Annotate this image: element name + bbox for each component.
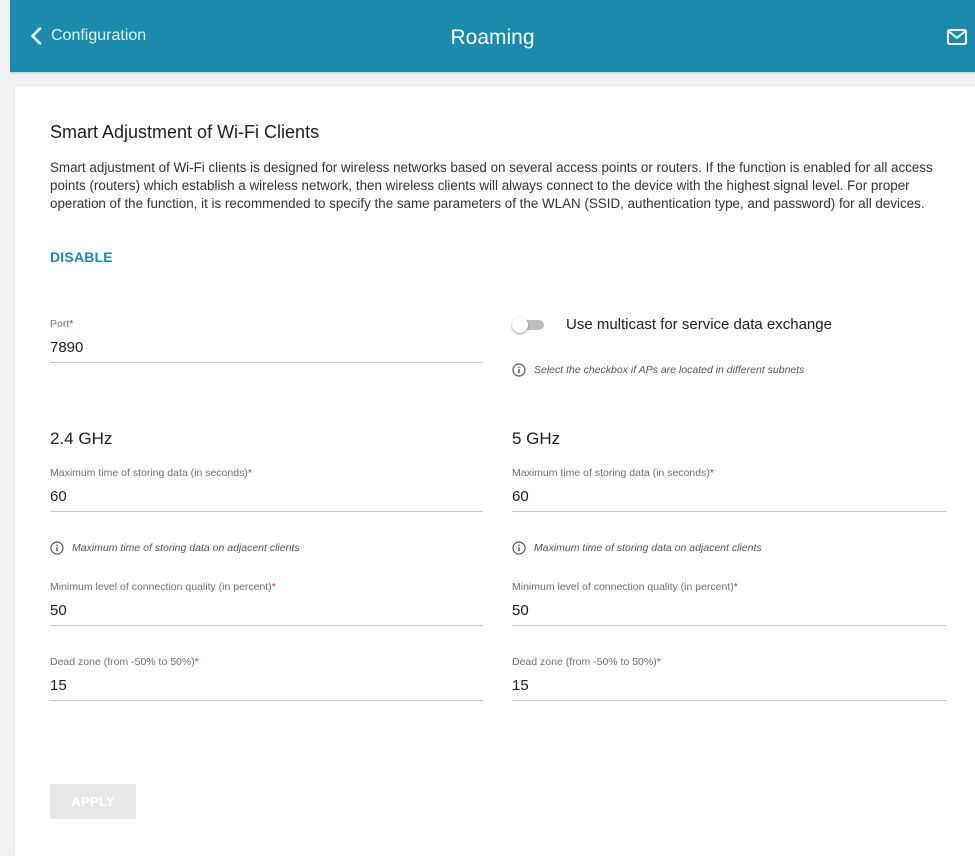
multicast-hint-text: Select the checkbox if APs are located i… bbox=[534, 364, 805, 376]
top-bar: Configuration Roaming bbox=[10, 0, 975, 74]
required-mark: * bbox=[271, 581, 276, 593]
envelope-icon[interactable] bbox=[947, 29, 967, 45]
multicast-toggle[interactable] bbox=[512, 316, 546, 333]
band-5-max-time-hint: Maximum time of storing data on adjacent… bbox=[512, 541, 762, 555]
band-5-min-quality-input[interactable] bbox=[512, 602, 946, 626]
band-5-max-time-hint-text: Maximum time of storing data on adjacent… bbox=[534, 542, 762, 554]
band-5-dead-zone-input[interactable] bbox=[512, 677, 946, 701]
band-24-min-quality-field: Minimum level of connection quality (in … bbox=[50, 581, 483, 626]
required-mark: * bbox=[656, 656, 661, 668]
info-icon bbox=[50, 541, 64, 555]
required-mark: * bbox=[247, 467, 252, 479]
required-mark: * bbox=[194, 656, 199, 668]
band-5-max-time-field: Maximum time of storing data (in seconds… bbox=[512, 467, 946, 512]
required-mark: * bbox=[709, 467, 714, 479]
section-description: Smart adjustment of Wi-Fi clients is des… bbox=[50, 160, 933, 211]
band-5-dead-zone-field: Dead zone (from -50% to 50%)* bbox=[512, 656, 946, 701]
band-5-dead-zone-label: Dead zone (from -50% to 50%) bbox=[512, 656, 657, 668]
band-24-dead-zone-label: Dead zone (from -50% to 50%) bbox=[50, 656, 195, 668]
band-24-max-time-hint: Maximum time of storing data on adjacent… bbox=[50, 541, 300, 555]
band-24-title: 2.4 GHz bbox=[50, 429, 113, 448]
multicast-toggle-row[interactable]: Use multicast for service data exchange bbox=[512, 316, 832, 333]
band-24-dead-zone-input[interactable] bbox=[50, 677, 483, 701]
info-icon bbox=[512, 541, 526, 555]
apply-button[interactable]: APPLY bbox=[50, 784, 136, 819]
required-mark: * bbox=[69, 318, 74, 330]
disable-link[interactable]: DISABLE bbox=[50, 249, 113, 265]
band-5-min-quality-label: Minimum level of connection quality (in … bbox=[512, 581, 734, 593]
band-24-max-time-hint-text: Maximum time of storing data on adjacent… bbox=[72, 542, 300, 554]
band-5-min-quality-field: Minimum level of connection quality (in … bbox=[512, 581, 946, 626]
port-input[interactable] bbox=[50, 339, 483, 363]
info-icon bbox=[512, 363, 526, 377]
section-title: Smart Adjustment of Wi-Fi Clients bbox=[50, 122, 320, 142]
band-5-title: 5 GHz bbox=[512, 429, 561, 448]
band-24-dead-zone-field: Dead zone (from -50% to 50%)* bbox=[50, 656, 483, 701]
band-24-min-quality-label: Minimum level of connection quality (in … bbox=[50, 581, 272, 593]
multicast-label: Use multicast for service data exchange bbox=[566, 316, 832, 333]
required-mark: * bbox=[733, 581, 738, 593]
port-label: Port bbox=[50, 318, 70, 330]
multicast-hint: Select the checkbox if APs are located i… bbox=[512, 363, 804, 377]
band-24-max-time-label: Maximum time of storing data (in seconds… bbox=[50, 467, 248, 479]
band-5-max-time-label: Maximum time of storing data (in seconds… bbox=[512, 467, 710, 479]
settings-panel: Smart Adjustment of Wi-Fi Clients Smart … bbox=[15, 86, 975, 856]
page-title: Roaming bbox=[450, 26, 535, 49]
band-5-max-time-input[interactable] bbox=[512, 488, 946, 512]
port-field: Port* bbox=[50, 318, 483, 363]
band-24-min-quality-input[interactable] bbox=[50, 602, 483, 626]
band-24-max-time-input[interactable] bbox=[50, 488, 483, 512]
band-24-max-time-field: Maximum time of storing data (in seconds… bbox=[50, 467, 483, 512]
